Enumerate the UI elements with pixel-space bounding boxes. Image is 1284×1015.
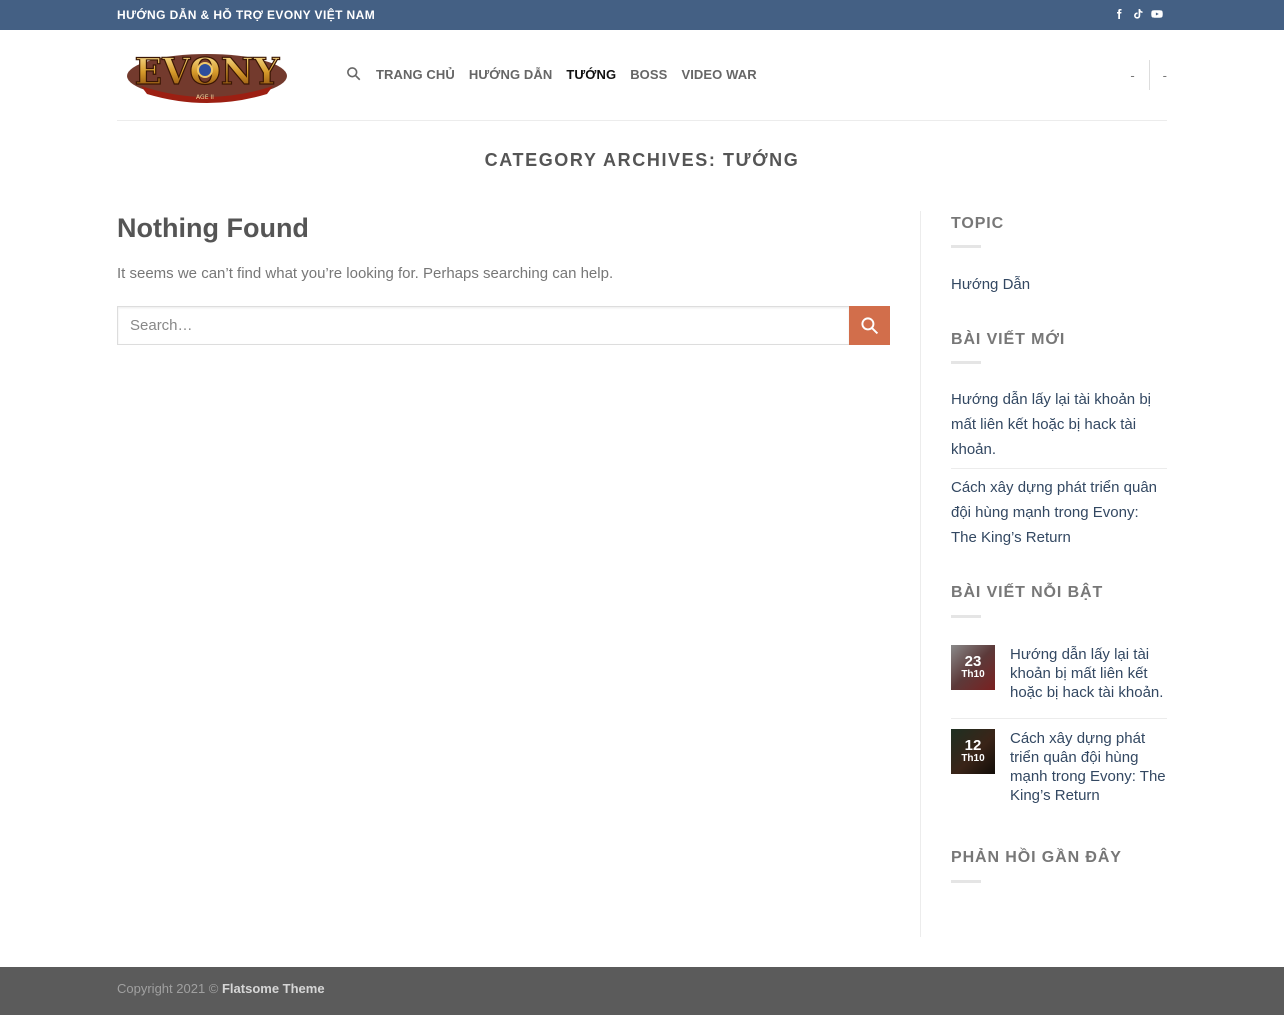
facebook-icon[interactable]	[1112, 7, 1126, 21]
header-right-item-1[interactable]: -	[1130, 68, 1134, 83]
footer-theme-link[interactable]: Flatsome Theme	[222, 981, 325, 996]
post-date-month: Th10	[961, 669, 985, 680]
sidebar-divider	[920, 211, 921, 937]
nav-item-boss[interactable]: BOSS	[630, 67, 667, 82]
main-content: Nothing Found It seems we can’t find wha…	[117, 211, 890, 345]
header-right-item-2[interactable]: -	[1163, 68, 1167, 83]
widget-title-recent-posts: BÀI VIẾT MỚI	[951, 331, 1066, 348]
search-submit-button[interactable]	[849, 306, 890, 345]
nav-item-huong-dan[interactable]: HƯỚNG DẪN	[469, 67, 552, 82]
search-input[interactable]	[117, 306, 850, 345]
recent-post-link-2[interactable]: Cách xây dựng phát triển quân đội hùng m…	[951, 475, 1167, 550]
svg-text:AGE II: AGE II	[196, 94, 214, 101]
widget-title-underline	[951, 880, 981, 883]
top-bar: HƯỚNG DẪN & HỖ TRỢ EVONY VIỆT NAM	[0, 0, 1284, 30]
header-divider	[1148, 60, 1150, 90]
youtube-icon[interactable]	[1150, 7, 1164, 21]
nothing-found-title: Nothing Found	[117, 213, 309, 243]
widget-title-underline	[951, 615, 981, 618]
post-date-month: Th10	[961, 753, 985, 764]
search-icon[interactable]	[346, 66, 362, 82]
nav-item-tuong[interactable]: TƯỚNG	[566, 67, 616, 82]
featured-post-link-1[interactable]: Hướng dẫn lấy lại tài khoản bị mất liên …	[1010, 645, 1168, 702]
footer-copyright: Copyright 2021 © Flatsome Theme	[117, 981, 325, 996]
tiktok-icon[interactable]	[1131, 7, 1145, 21]
widget-title-underline	[951, 361, 981, 364]
site-footer: Copyright 2021 © Flatsome Theme	[0, 967, 1284, 1015]
widget-title-featured-posts: BÀI VIẾT NỖI BẬT	[951, 584, 1104, 601]
search-form	[117, 306, 890, 345]
list-separator	[951, 718, 1167, 719]
site-logo[interactable]: EVONY AGE II	[121, 42, 293, 104]
list-separator	[951, 468, 1167, 469]
nav-item-trang-chu[interactable]: TRANG CHỦ	[376, 67, 455, 82]
page-title: CATEGORY ARCHIVES: TƯỚNG	[484, 150, 800, 170]
top-bar-text: HƯỚNG DẪN & HỖ TRỢ EVONY VIỆT NAM	[117, 8, 376, 22]
copyright-text: Copyright 2021 ©	[117, 981, 222, 996]
post-date-day: 23	[964, 653, 982, 670]
featured-post-thumbnail-1[interactable]: 23 Th10	[951, 645, 995, 690]
topic-link-huong-dan[interactable]: Hướng Dẫn	[951, 272, 1167, 297]
main-nav: TRANG CHỦ HƯỚNG DẪN TƯỚNG BOSS VIDEO WAR	[346, 66, 771, 82]
nav-item-video-war[interactable]: VIDEO WAR	[681, 67, 756, 82]
nothing-found-text: It seems we can’t find what you’re looki…	[117, 265, 614, 282]
header-right-nav: - -	[1130, 60, 1167, 90]
widget-title-topic: TOPIC	[951, 215, 1005, 232]
widget-title-recent-comments: PHẢN HỒI GẦN ĐÂY	[951, 849, 1122, 866]
search-icon	[861, 317, 879, 335]
post-date-day: 12	[964, 737, 982, 754]
widget-title-underline	[951, 245, 981, 248]
featured-post-thumbnail-2[interactable]: 12 Th10	[951, 729, 995, 774]
featured-post-link-2[interactable]: Cách xây dựng phát triển quân đội hùng m…	[1010, 729, 1168, 805]
site-header: EVONY AGE II TRANG CHỦ HƯỚNG DẪN TƯỚNG B…	[117, 30, 1167, 121]
recent-post-link-1[interactable]: Hướng dẫn lấy lại tài khoản bị mất liên …	[951, 387, 1167, 462]
